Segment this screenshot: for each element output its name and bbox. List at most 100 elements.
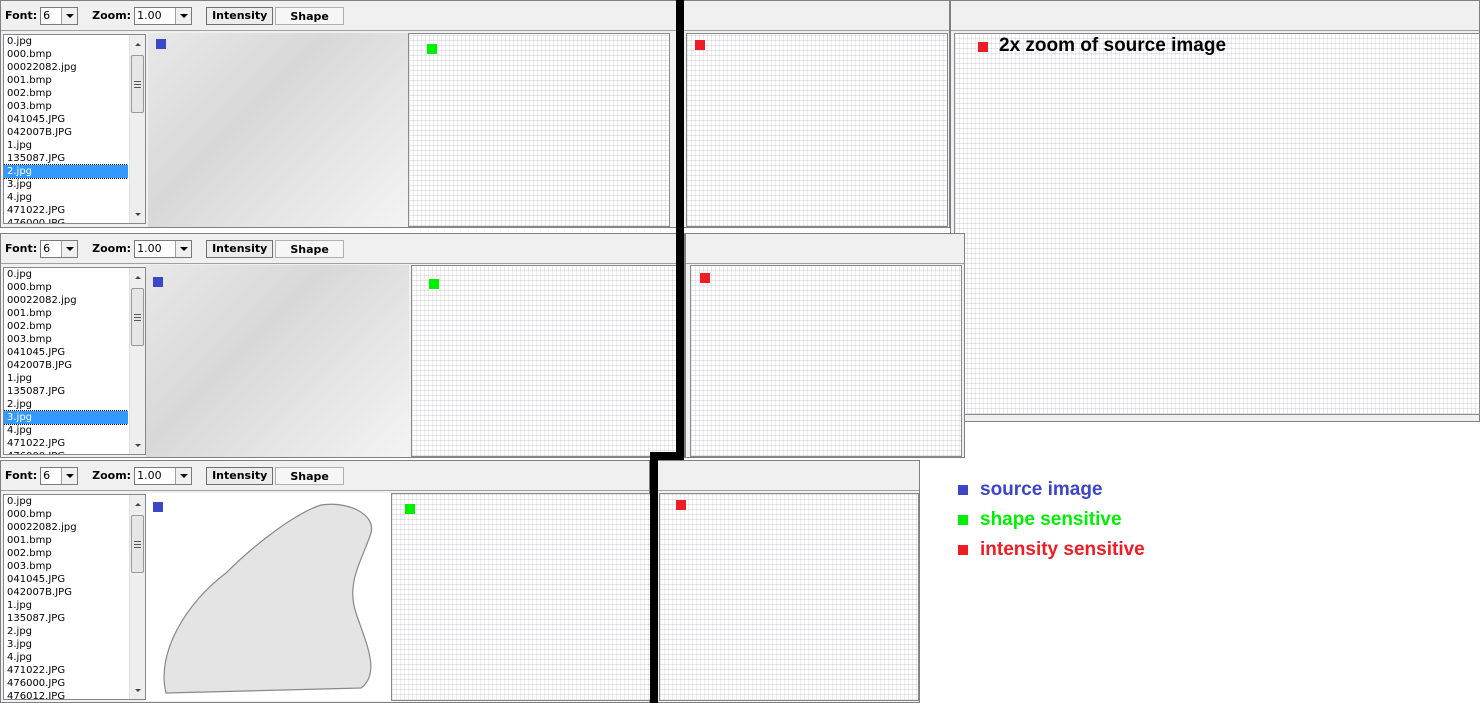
font-select[interactable]: 6 — [40, 466, 79, 485]
scrollbar[interactable] — [129, 495, 145, 699]
file-list-item[interactable]: 135087.JPG — [4, 612, 128, 625]
file-list-item[interactable]: 4.jpg — [4, 424, 128, 437]
file-list-item[interactable]: 0.jpg — [4, 268, 128, 281]
file-list-item[interactable]: 1.jpg — [4, 599, 128, 612]
intensity-ascii-pane — [686, 33, 948, 227]
shape-square-icon — [958, 515, 968, 525]
scroll-thumb[interactable] — [131, 55, 144, 113]
toolbar: Font: 6 Zoom: 1.00 Intensity Shape — [1, 461, 649, 491]
file-list-item[interactable]: 1.jpg — [4, 139, 128, 152]
file-list-item[interactable]: 471022.JPG — [4, 437, 128, 450]
font-select[interactable]: 6 — [40, 6, 79, 25]
scrollbar[interactable] — [129, 268, 145, 454]
shape-button[interactable]: Shape — [275, 239, 344, 258]
scroll-down-icon[interactable] — [130, 438, 145, 452]
zoom-caption: 2x zoom of source image — [999, 35, 1227, 56]
file-list-items[interactable]: 0.jpg 000.bmp 00022082.jpg 001.bmp 002.bmp 00… — [4, 495, 128, 699]
intensity-marker-icon — [978, 42, 988, 52]
file-list-item[interactable]: 2.jpg — [4, 164, 128, 179]
file-list-item[interactable]: 001.bmp — [4, 307, 128, 320]
scroll-up-icon[interactable] — [130, 270, 145, 284]
scroll-up-icon[interactable] — [130, 497, 145, 511]
zoom-select[interactable]: 1.00 — [134, 239, 193, 258]
file-list-item[interactable]: 002.bmp — [4, 87, 128, 100]
font-select[interactable]: 6 — [40, 239, 79, 258]
intensity-button[interactable]: Intensity — [206, 466, 274, 485]
file-list-item[interactable]: 041045.JPG — [4, 346, 128, 359]
file-list-item[interactable]: 2.jpg — [4, 398, 128, 411]
intensity-button[interactable]: Intensity — [206, 6, 274, 25]
file-list-item[interactable]: 001.bmp — [4, 74, 128, 87]
file-list-item[interactable]: 002.bmp — [4, 547, 128, 560]
file-list-item[interactable]: 003.bmp — [4, 100, 128, 113]
scroll-thumb[interactable] — [131, 288, 144, 346]
file-list-item[interactable]: 3.jpg — [4, 638, 128, 651]
file-list-item[interactable]: 3.jpg — [4, 178, 128, 191]
shape-button[interactable]: Shape — [275, 6, 344, 25]
chevron-down-icon[interactable] — [175, 467, 192, 484]
file-list-item[interactable]: 135087.JPG — [4, 385, 128, 398]
source-square-icon — [958, 485, 968, 495]
file-list-item[interactable]: 00022082.jpg — [4, 521, 128, 534]
shape-marker-icon — [429, 279, 439, 289]
file-list-item[interactable]: 476012.JPG — [4, 690, 128, 699]
file-list-item[interactable]: 000.bmp — [4, 48, 128, 61]
chevron-down-icon[interactable] — [61, 7, 78, 24]
file-list-item[interactable]: 471022.JPG — [4, 664, 128, 677]
chevron-down-icon[interactable] — [61, 467, 78, 484]
intensity-ascii-pane — [659, 493, 919, 701]
panel-eye-intensity — [685, 233, 965, 458]
scrollbar[interactable] — [129, 35, 145, 223]
file-list-item[interactable]: 003.bmp — [4, 333, 128, 346]
file-list-items[interactable]: 0.jpg 000.bmp 00022082.jpg 001.bmp 002.bmp 00… — [4, 35, 128, 223]
file-list-item[interactable]: 041045.JPG — [4, 573, 128, 586]
file-list-item[interactable]: 000.bmp — [4, 508, 128, 521]
scroll-thumb[interactable] — [131, 515, 144, 573]
file-list-item[interactable]: 476000.JPG — [4, 450, 128, 454]
chevron-down-icon[interactable] — [175, 7, 192, 24]
file-list-item[interactable]: 00022082.jpg — [4, 61, 128, 74]
chevron-down-icon[interactable] — [175, 240, 192, 257]
file-list-item[interactable]: 1.jpg — [4, 372, 128, 385]
zoom-label: Zoom: — [92, 9, 132, 22]
file-list[interactable]: 0.jpg 000.bmp 00022082.jpg 001.bmp 002.bmp 00… — [3, 34, 146, 224]
file-list-item[interactable]: 135087.JPG — [4, 152, 128, 165]
file-list-item[interactable]: 0.jpg — [4, 495, 128, 508]
shape-ascii-pane — [408, 33, 670, 227]
scroll-down-icon[interactable] — [130, 207, 145, 221]
file-list-item[interactable]: 3.jpg — [4, 410, 128, 425]
file-list-item[interactable]: 042007B.JPG — [4, 126, 128, 139]
intensity-button[interactable]: Intensity — [206, 239, 274, 258]
file-list-item[interactable]: 042007B.JPG — [4, 586, 128, 599]
shape-marker-icon — [405, 504, 415, 514]
file-list-item[interactable]: 00022082.jpg — [4, 294, 128, 307]
file-list[interactable]: 0.jpg 000.bmp 00022082.jpg 001.bmp 002.bmp 00… — [3, 494, 146, 700]
zoom-select[interactable]: 1.00 — [134, 466, 193, 485]
chevron-down-icon[interactable] — [61, 240, 78, 257]
shape-button[interactable]: Shape — [275, 466, 344, 485]
file-list[interactable]: 0.jpg 000.bmp 00022082.jpg 001.bmp 002.bmp 00… — [3, 267, 146, 455]
file-list-item[interactable]: 000.bmp — [4, 281, 128, 294]
file-list-item[interactable]: 041045.JPG — [4, 113, 128, 126]
zoom-select[interactable]: 1.00 — [134, 6, 193, 25]
scroll-up-icon[interactable] — [130, 37, 145, 51]
intensity-square-icon — [958, 545, 968, 555]
file-list-item[interactable]: 476000.JPG — [4, 677, 128, 690]
file-list-item[interactable]: 003.bmp — [4, 560, 128, 573]
file-list-item[interactable]: 4.jpg — [4, 191, 128, 204]
file-list-item[interactable]: 001.bmp — [4, 534, 128, 547]
file-list-item[interactable]: 4.jpg — [4, 651, 128, 664]
file-list-item[interactable]: 002.bmp — [4, 320, 128, 333]
file-list-item[interactable]: 471022.JPG — [4, 204, 128, 217]
panel-frog: Font: 6 Zoom: 1.00 Intensity Shape 0.jpg… — [0, 460, 651, 703]
zoom-value: 1.00 — [137, 9, 162, 22]
file-list-item[interactable]: 476000.JPG — [4, 217, 128, 223]
intensity-ascii-art — [660, 494, 918, 700]
file-list-items[interactable]: 0.jpg 000.bmp 00022082.jpg 001.bmp 002.bmp 00… — [4, 268, 128, 454]
file-list-item[interactable]: 2.jpg — [4, 625, 128, 638]
scroll-down-icon[interactable] — [130, 683, 145, 697]
source-marker-icon — [153, 277, 163, 287]
file-list-item[interactable]: 0.jpg — [4, 35, 128, 48]
file-list-item[interactable]: 042007B.JPG — [4, 359, 128, 372]
panel-frog-intensity — [650, 460, 920, 703]
